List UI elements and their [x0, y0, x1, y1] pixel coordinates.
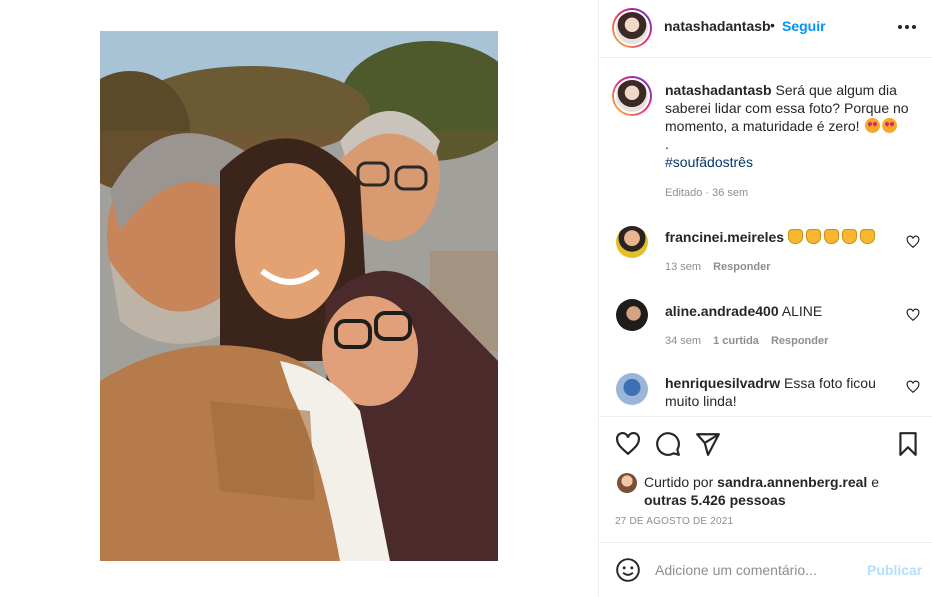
- post-header: natashadantasb • Seguir: [599, 0, 932, 58]
- like-comment-heart-icon[interactable]: [906, 380, 920, 394]
- liked-by-avatar[interactable]: [617, 473, 637, 493]
- caption-time[interactable]: 36 sem: [712, 187, 748, 199]
- like-comment-heart-icon[interactable]: [906, 308, 920, 322]
- clapping-hands-icon: [787, 229, 803, 244]
- caption-username[interactable]: natashadantasb: [665, 82, 772, 98]
- comment-icon[interactable]: [655, 431, 681, 457]
- comment-item: aline.andrade400 ALINE 34 sem 1 curtida Re…: [599, 293, 932, 363]
- comment-body: ALINE: [781, 303, 823, 319]
- add-comment-bar: Publicar: [599, 542, 932, 597]
- emoji-smile-icon[interactable]: [615, 557, 641, 583]
- heart-eyes-emoji-icon: [882, 118, 898, 133]
- comment-item: henriquesilvadrw Essa foto ficou muito l…: [599, 367, 932, 415]
- post-media-pane: [0, 0, 598, 597]
- commenter-avatar[interactable]: [616, 373, 648, 405]
- send-icon[interactable]: [695, 431, 721, 457]
- heart-icon[interactable]: [615, 431, 641, 457]
- post-actions: Curtido por sandra.annenberg.real e outr…: [599, 416, 932, 542]
- caption-author-avatar[interactable]: [612, 76, 652, 116]
- commenter-avatar[interactable]: [616, 226, 648, 258]
- post-photo[interactable]: [100, 31, 498, 561]
- clapping-hands-icon: [805, 229, 821, 244]
- liked-by-user[interactable]: sandra.annenberg.real: [717, 474, 867, 490]
- comment-meta: 34 sem 1 curtida Responder: [665, 335, 840, 347]
- caption-meta: Editado · 36 sem: [665, 187, 749, 199]
- likes-summary: Curtido por sandra.annenberg.real e outr…: [644, 473, 914, 509]
- commenter-avatar[interactable]: [616, 299, 648, 331]
- publish-button[interactable]: Publicar: [867, 562, 922, 578]
- comment-text: francinei.meireles: [665, 228, 895, 246]
- clapping-hands-icon: [859, 229, 875, 244]
- post-details-pane: natashadantasb • Seguir natashadantasb S…: [598, 0, 932, 597]
- reply-button[interactable]: Responder: [771, 335, 828, 347]
- separator-dot: •: [770, 17, 775, 33]
- follow-button[interactable]: Seguir: [782, 18, 826, 34]
- caption-hashtag[interactable]: #soufãdostrês: [665, 154, 753, 170]
- edited-label: Editado: [665, 187, 703, 199]
- likes-others-count[interactable]: outras 5.426 pessoas: [644, 492, 786, 508]
- reply-button[interactable]: Responder: [713, 261, 770, 273]
- comment-text: aline.andrade400 ALINE: [665, 302, 895, 320]
- comments-list[interactable]: natashadantasb Será que algum dia sabere…: [599, 59, 932, 415]
- likes-prefix: Curtido por: [644, 474, 714, 490]
- heart-eyes-emoji-icon: [865, 118, 881, 133]
- bookmark-icon[interactable]: [895, 431, 921, 457]
- post-date[interactable]: 27 DE AGOSTO DE 2021: [615, 516, 733, 527]
- comment-item: francinei.meireles 13 sem Responder: [599, 219, 932, 289]
- comment-username[interactable]: aline.andrade400: [665, 303, 779, 319]
- comment-time[interactable]: 34 sem: [665, 335, 701, 347]
- more-horizontal-icon[interactable]: [896, 19, 918, 35]
- comment-meta: 13 sem Responder: [665, 261, 783, 273]
- author-avatar[interactable]: [612, 8, 652, 48]
- comment-likes-count[interactable]: 1 curtida: [713, 335, 759, 347]
- author-username[interactable]: natashadantasb: [664, 18, 771, 34]
- comment-text: henriquesilvadrw Essa foto ficou muito l…: [665, 374, 895, 410]
- comment-input[interactable]: [655, 559, 855, 581]
- like-comment-heart-icon[interactable]: [906, 235, 920, 249]
- caption-text-block: natashadantasb Será que algum dia sabere…: [665, 81, 915, 171]
- comment-username[interactable]: francinei.meireles: [665, 229, 784, 245]
- clapping-hands-icon: [841, 229, 857, 244]
- likes-conjunction: e: [871, 474, 880, 490]
- clapping-hands-icon: [823, 229, 839, 244]
- selfie-photo-illustration: [100, 31, 498, 561]
- caption-dot: .: [665, 136, 669, 152]
- comment-time[interactable]: 13 sem: [665, 261, 701, 273]
- comment-username[interactable]: henriquesilvadrw: [665, 375, 780, 391]
